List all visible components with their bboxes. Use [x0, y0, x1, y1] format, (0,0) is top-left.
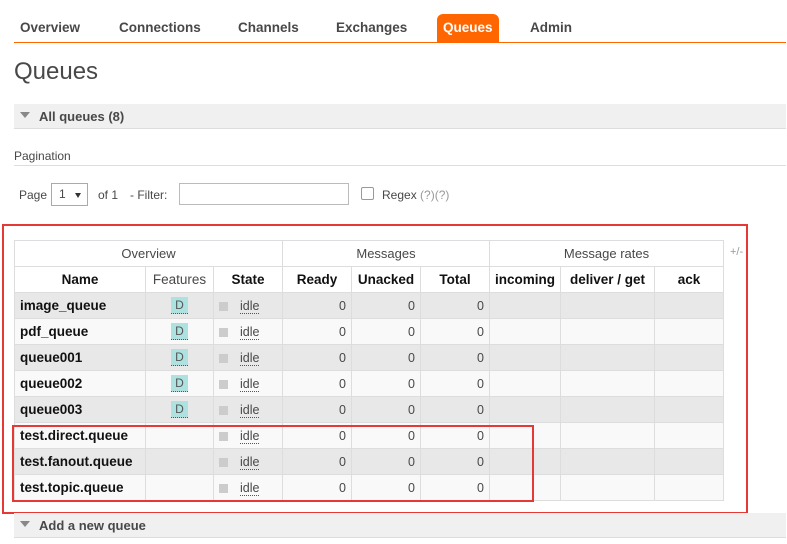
add-queue-label: Add a new queue	[39, 518, 146, 533]
all-queues-header[interactable]: All queues (8)	[14, 104, 786, 129]
tab-queues[interactable]: Queues	[437, 14, 499, 42]
tab-channels[interactable]: Channels	[232, 14, 305, 42]
main-nav: Overview Connections Channels Exchanges …	[14, 14, 786, 43]
regex-label: Regex (?)(?)	[382, 188, 449, 202]
filter-label: - Filter:	[130, 188, 168, 202]
filter-input[interactable]	[179, 183, 349, 205]
pagination-title: Pagination	[14, 149, 71, 163]
regex-text: Regex	[382, 188, 417, 202]
collapse-triangle-icon	[20, 521, 30, 527]
tab-admin[interactable]: Admin	[524, 14, 578, 42]
page-select[interactable]: 1	[51, 183, 88, 206]
collapse-triangle-icon	[20, 112, 30, 118]
of-pages-label: of 1	[98, 188, 119, 202]
regex-checkbox[interactable]	[361, 187, 374, 200]
regex-help-link[interactable]: (?)(?)	[420, 188, 449, 202]
chevron-down-icon	[75, 193, 81, 198]
page-title: Queues	[14, 58, 99, 85]
tab-connections[interactable]: Connections	[113, 14, 207, 42]
tab-overview[interactable]: Overview	[14, 14, 86, 42]
all-queues-label: All queues (8)	[39, 109, 125, 124]
tab-exchanges[interactable]: Exchanges	[330, 14, 413, 42]
add-queue-header[interactable]: Add a new queue	[14, 513, 786, 538]
page-label: Page	[19, 188, 48, 202]
page-select-value: 1	[59, 187, 66, 201]
pagination-divider	[14, 165, 786, 166]
highlight-box-test-queues	[12, 425, 534, 502]
